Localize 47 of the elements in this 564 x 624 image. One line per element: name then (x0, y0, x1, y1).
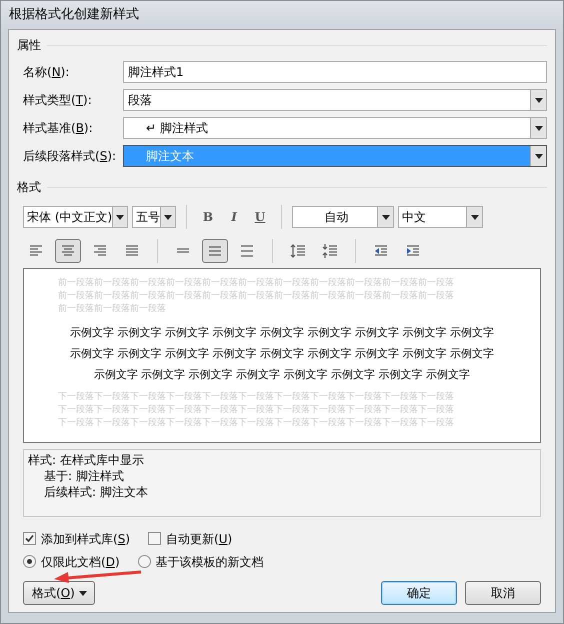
group-title: 格式 (17, 179, 41, 196)
sample-text: 示例文字 示例文字 示例文字 示例文字 示例文字 示例文字 示例文字 示例文字 示例文字 (69, 346, 495, 362)
center-button[interactable] (55, 239, 81, 263)
caret-icon (164, 214, 172, 220)
select-field[interactable]: 段落 (123, 89, 547, 111)
language-select[interactable]: 中文 (398, 206, 483, 228)
radio-label: 仅限此文档(D) (41, 554, 120, 570)
color-select[interactable]: 自动 (292, 206, 394, 228)
caret-icon (78, 591, 87, 596)
checkbox[interactable] (148, 532, 161, 545)
caret-icon (534, 154, 542, 158)
italic-button[interactable]: I (223, 206, 245, 228)
description-text: 后续样式: 脚注文本 (44, 484, 149, 500)
underline-button[interactable]: U (249, 206, 271, 228)
checkbox[interactable] (23, 532, 36, 545)
caret-icon (470, 214, 478, 220)
radio-dot-icon (27, 559, 32, 564)
caret-icon (116, 214, 124, 220)
caret-icon (534, 98, 542, 102)
radio-button[interactable] (138, 555, 151, 568)
radio-label: 基于该模板的新文档 (156, 554, 264, 570)
select-field[interactable]: ↵ 脚注样式 (123, 117, 547, 139)
size-select[interactable]: 五号 (132, 206, 176, 228)
field-label: 样式基准(B): (23, 120, 94, 137)
group-title: 属性 (17, 37, 41, 54)
ok-button[interactable]: 确定 (381, 581, 457, 605)
cancel-button[interactable]: 取消 (465, 581, 541, 605)
checkbox-label: 自动更新(U) (166, 530, 232, 548)
field-label: 名称(N): (23, 64, 70, 81)
sample-text: 示例文字 示例文字 示例文字 示例文字 示例文字 示例文字 示例文字 示例文字 (92, 367, 472, 383)
field-label: 样式类型(T): (23, 92, 93, 109)
text-field[interactable]: 脚注样式1 (123, 61, 547, 83)
font-select[interactable]: 宋体 (中文正文) (23, 206, 128, 228)
description-text: 基于: 脚注样式 (44, 468, 125, 484)
checkbox-label: 添加到样式库(S) (41, 530, 130, 548)
sample-text: 示例文字 示例文字 示例文字 示例文字 示例文字 示例文字 示例文字 示例文字 示例文字 (69, 325, 495, 341)
line-spacing-icon (239, 243, 255, 259)
field-label: 后续段落样式(S): (23, 148, 118, 165)
format-menu-button[interactable]: 格式(O) (23, 581, 95, 605)
caret-icon (534, 126, 542, 130)
paragraph-spacing-icon (322, 243, 338, 259)
radio-button[interactable] (23, 555, 36, 568)
caret-icon (382, 214, 390, 220)
description-text: 样式: 在样式库中显示 (28, 452, 145, 468)
paragraph-spacing-icon (290, 243, 306, 259)
window-title: 根据格式化创建新样式 (8, 6, 140, 24)
bold-button[interactable]: B (197, 206, 219, 228)
